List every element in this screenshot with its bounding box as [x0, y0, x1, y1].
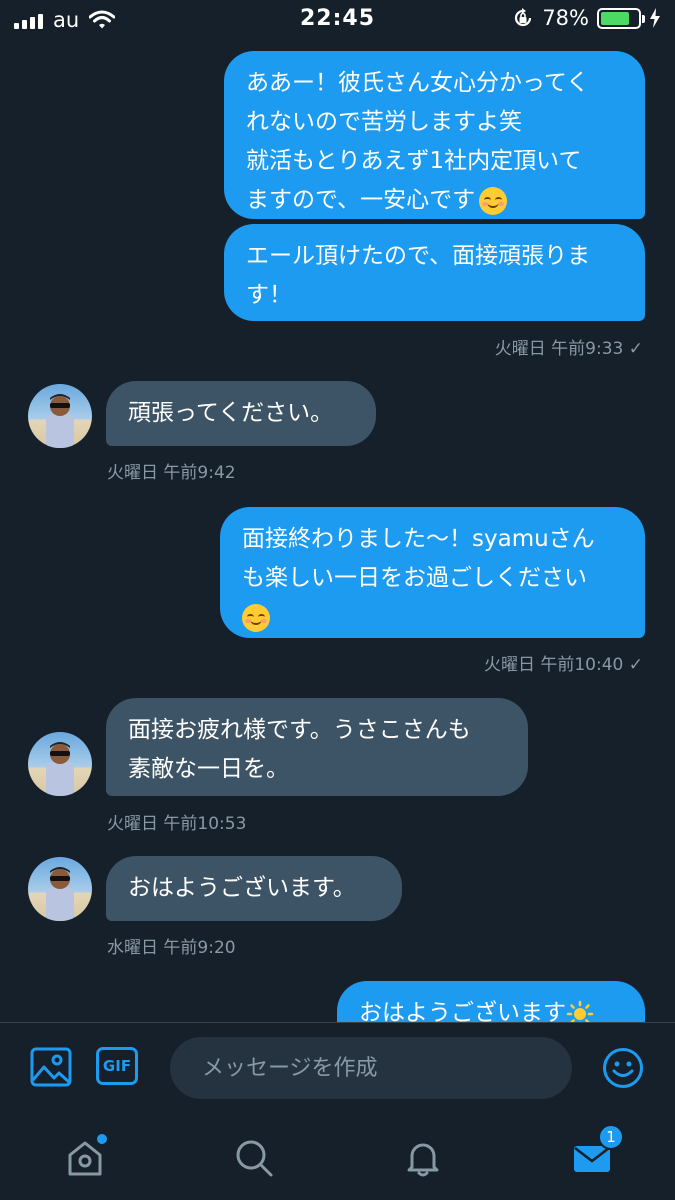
- message-count-badge: 1: [598, 1124, 624, 1150]
- status-bar: au 22:45 78%: [0, 0, 675, 38]
- sent-message[interactable]: 面接終わりました〜！syamuさん も楽しい一日をお過ごしください: [220, 507, 645, 638]
- emoji-icon: [603, 1048, 643, 1088]
- battery-percentage: 78%: [542, 6, 589, 30]
- message-timestamp: 火曜日 午前9:33 ✓: [494, 339, 643, 359]
- avatar[interactable]: [28, 384, 92, 448]
- battery-level: [601, 11, 630, 25]
- battery-icon: [597, 7, 645, 29]
- message-text: 面接お疲れ様です。うさこさんも 素敵な一日を。: [128, 717, 471, 782]
- received-message[interactable]: 面接お疲れ様です。うさこさんも 素敵な一日を。: [106, 698, 528, 796]
- message-text: エール頂けたので、面接頑張りま す！: [246, 243, 591, 308]
- avatar[interactable]: [28, 857, 92, 921]
- person-avatar-icon: [46, 394, 74, 448]
- message-composer: GIF: [0, 1022, 675, 1112]
- message-text: 面接終わりました〜！syamuさん も楽しい一日をお過ごしください: [242, 526, 595, 591]
- message-timestamp: 火曜日 午前10:40 ✓: [483, 655, 643, 675]
- received-message[interactable]: 頑張ってください。: [106, 381, 376, 446]
- person-avatar-icon: [46, 742, 74, 796]
- image-icon: [30, 1047, 72, 1087]
- charging-icon: [650, 8, 660, 28]
- message-timestamp: 火曜日 午前10:53: [107, 814, 247, 834]
- message-text: おはようございます。: [128, 875, 356, 901]
- tab-home[interactable]: [61, 1134, 109, 1182]
- message-thread[interactable]: ああー！彼氏さん女心分かってく れないので苦労しますよ笑 就活もとりあえず1社内…: [0, 38, 675, 1022]
- orientation-lock-icon: [515, 8, 532, 27]
- home-notification-dot: [97, 1134, 107, 1144]
- tab-messages[interactable]: 1: [568, 1124, 624, 1182]
- status-right: 78%: [512, 6, 661, 30]
- bell-icon: [407, 1143, 439, 1177]
- avatar[interactable]: [28, 732, 92, 796]
- message-text: ああー！彼氏さん女心分かってく れないので苦労しますよ笑 就活もとりあえず1社内…: [246, 70, 590, 213]
- tab-bar: 1: [0, 1112, 675, 1200]
- tab-search[interactable]: [230, 1134, 278, 1182]
- blush-emoji-icon: [242, 603, 270, 632]
- search-icon: [236, 1140, 273, 1177]
- message-text: おはようございます: [359, 1000, 566, 1022]
- sent-message[interactable]: おはようございます: [337, 981, 645, 1022]
- image-button[interactable]: [30, 1047, 72, 1087]
- emoji-button[interactable]: [602, 1047, 644, 1089]
- tab-notifications[interactable]: [399, 1134, 447, 1182]
- sent-message[interactable]: ああー！彼氏さん女心分かってく れないので苦労しますよ笑 就活もとりあえず1社内…: [224, 51, 645, 219]
- sent-message[interactable]: エール頂けたので、面接頑張りま す！: [224, 224, 645, 321]
- message-timestamp: 水曜日 午前9:20: [107, 938, 236, 958]
- message-text: 頑張ってください。: [128, 400, 334, 426]
- received-message[interactable]: おはようございます。: [106, 856, 402, 921]
- gif-button[interactable]: GIF: [96, 1047, 138, 1085]
- sun-emoji-icon: [566, 1000, 594, 1022]
- message-timestamp: 火曜日 午前9:42: [107, 463, 236, 483]
- smile-emoji-icon: [479, 186, 508, 215]
- message-input[interactable]: [170, 1037, 572, 1099]
- person-avatar-icon: [46, 867, 74, 921]
